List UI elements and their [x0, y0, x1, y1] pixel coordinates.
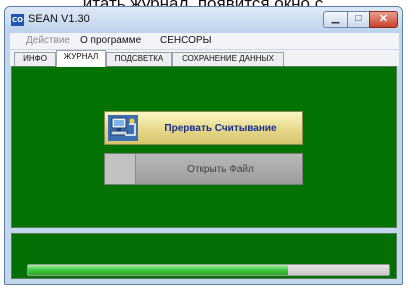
menu-action[interactable]: Действие: [26, 35, 70, 46]
tab-strip: ИНФО ЖУРНАЛ ПОДСВЕТКА СОХРАНЕНИЕ ДАННЫХ: [10, 50, 399, 67]
tab-backlight[interactable]: ПОДСВЕТКА: [106, 52, 172, 66]
journal-panel: [11, 66, 397, 228]
menu-bar: Действие О программе СЕНСОРЫ: [10, 33, 399, 50]
tab-data-saving[interactable]: СОХРАНЕНИЕ ДАННЫХ: [172, 52, 284, 66]
window-title: SEAN V1.30: [28, 13, 90, 25]
progress-fill: [28, 265, 288, 275]
computer-icon: [108, 115, 138, 141]
app-window: CO SEAN V1.30 ▁ □ ✕ Действие О программе…: [4, 6, 403, 285]
reading-progress-bar: [27, 264, 390, 276]
menu-about[interactable]: О программе: [80, 35, 141, 46]
title-bar[interactable]: CO SEAN V1.30 ▁ □ ✕: [5, 7, 402, 33]
minimize-button[interactable]: ▁: [323, 11, 348, 28]
menu-sensors[interactable]: СЕНСОРЫ: [160, 35, 211, 46]
maximize-button[interactable]: □: [347, 11, 370, 28]
tab-info[interactable]: ИНФО: [14, 52, 56, 66]
stop-reading-label: Прервать Считывание: [164, 122, 277, 134]
empty-icon-slot: [105, 154, 136, 184]
tab-journal[interactable]: ЖУРНАЛ: [56, 50, 106, 67]
stop-reading-button[interactable]: Прервать Считывание: [104, 111, 303, 145]
open-file-button[interactable]: Открыть Файл: [104, 153, 303, 185]
app-logo-icon: CO: [11, 14, 24, 26]
close-button[interactable]: ✕: [369, 11, 398, 28]
open-file-label: Открыть Файл: [187, 163, 254, 175]
